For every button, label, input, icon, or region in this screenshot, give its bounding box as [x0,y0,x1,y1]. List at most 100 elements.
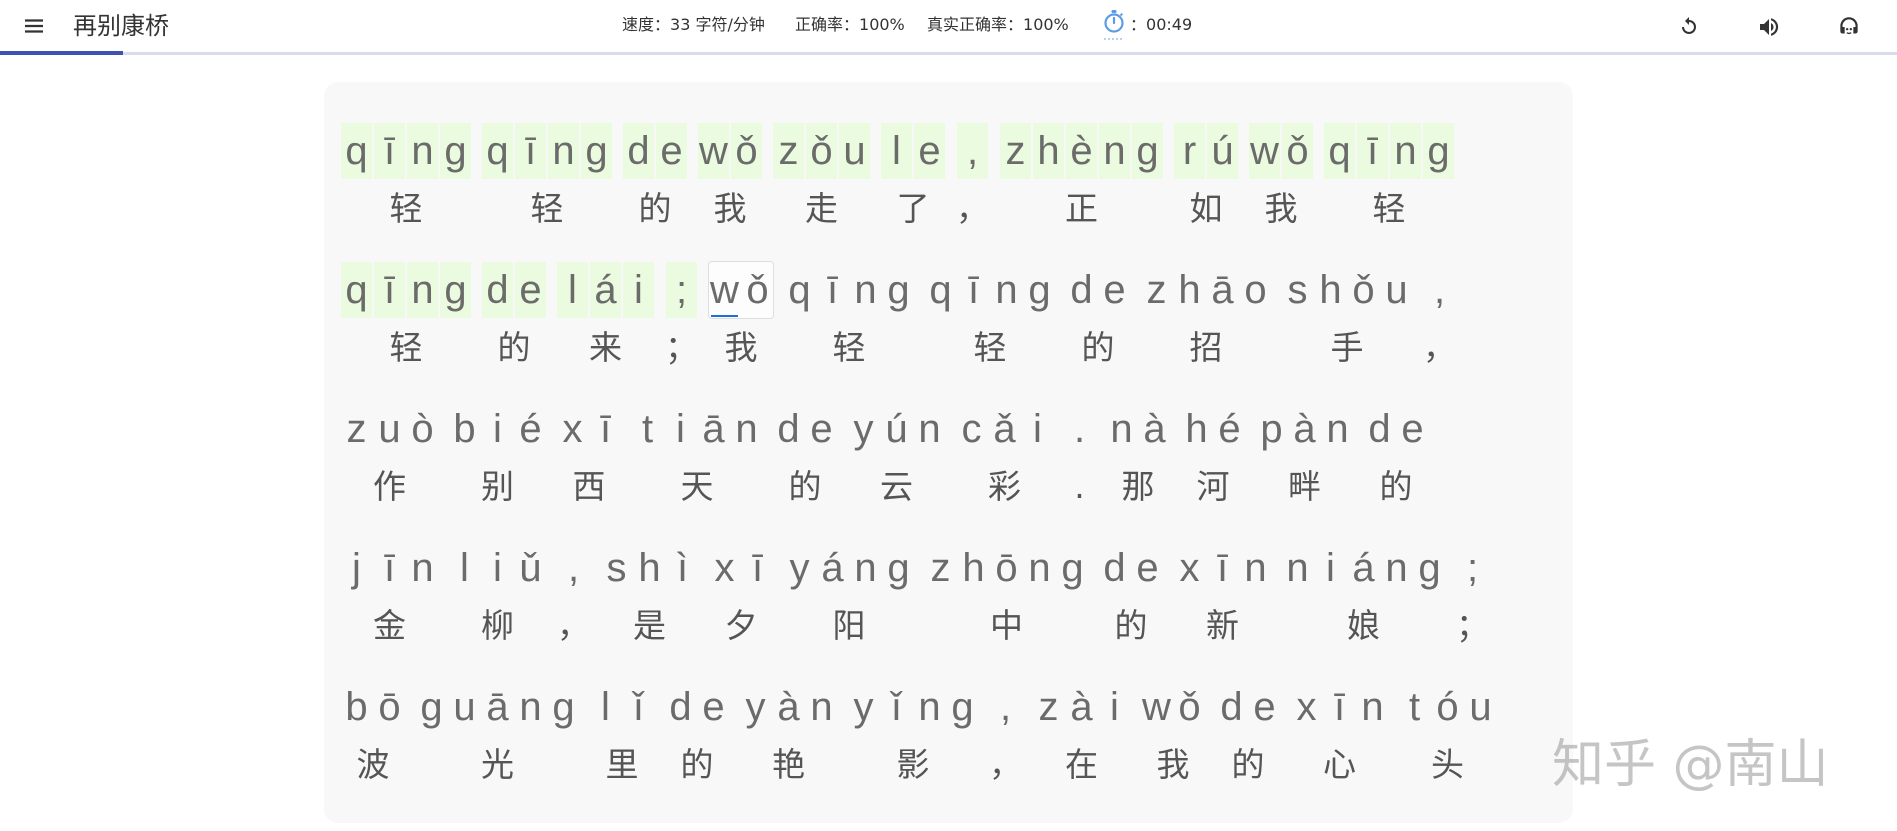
timer: ：00:49 [1130,14,1192,36]
pinyin-letter: à [777,685,800,729]
letter-cell: , [990,679,1021,735]
syllable: xī夕 [709,540,773,650]
pinyin-letter: h [638,546,661,590]
letter-cell: à [1289,401,1320,457]
letter-cell: g [1132,123,1163,179]
letter-cell: ō [374,679,405,735]
hanzi: 天 [680,467,714,506]
real-accuracy-stat: 真实正确率：100% [927,14,1069,36]
pinyin-letter: n [810,685,833,729]
letter-cell: w [1249,123,1280,179]
pinyin-letter: h [1037,129,1060,173]
pinyin: tiān [632,401,762,457]
letter-cell: , [558,540,589,596]
letter-cell: ī [1324,679,1355,735]
accuracy-value: 100% [859,15,905,34]
pinyin-letter: n [918,685,941,729]
speed-label: 速度： [622,15,671,34]
pinyin-letter: y [853,407,874,451]
letter-cell: y [848,401,879,457]
letter-cell: è [1066,123,1097,179]
syllable: xīn心 [1291,679,1388,789]
pinyin-letter: ; [1466,546,1479,590]
pinyin: niáng [1282,540,1445,596]
pinyin: , [957,123,988,179]
letter-cell: g [883,540,914,596]
letter-cell: j [341,540,372,596]
typing-card[interactable]: q ī n g 轻 q ī n g 轻 d e 的 w ǒ 我 z ǒ u 走 l e 了,， z h è n g 正 r ú 如 w ǒ 我 q ī n… [324,82,1573,823]
volume-icon [1757,15,1781,39]
pinyin-letter: n [1244,546,1267,590]
pinyin-letter: g [1418,546,1441,590]
pinyin: de [773,401,837,457]
hanzi: 心 [1323,745,1356,784]
pinyin-letter: e [702,685,725,729]
pinyin-letter: y [853,685,874,729]
letter-cell: q [925,262,956,318]
syllable: wǒ我 [1249,123,1313,233]
letter-cell: l [449,540,480,596]
letter-cell: ā [1207,262,1238,318]
restart-button[interactable] [1671,9,1707,45]
hanzi: 的 [788,467,822,506]
pinyin-letter: ò [411,407,434,451]
pinyin-letter: w [1250,129,1279,173]
letter-cell: d [1099,540,1130,596]
pinyin-letter: l [460,546,469,590]
pinyin-letter: ī [967,268,980,312]
support-button[interactable] [1831,9,1867,45]
pinyin-letter: z [1005,129,1026,173]
pinyin: lái [557,262,654,318]
pinyin-letter: z [1038,685,1059,729]
pinyin-letter: e [1401,407,1424,451]
pinyin-letter: n [995,268,1018,312]
pinyin-letter: á [1352,546,1375,590]
timer-separator: ： [1130,15,1147,34]
pinyin-letter: j [352,546,361,590]
letter-cell: ǒ [806,123,837,179]
hanzi: 的 [1081,328,1115,367]
letter-cell: o [1240,262,1271,318]
syllable: guāng光 [416,679,579,789]
pinyin-letter: ì [676,546,689,590]
syllable: xī西 [557,401,621,511]
syllable: de的 [1216,679,1280,789]
pinyin-letter: è [1070,129,1093,173]
letter-cell: z [341,401,372,457]
hanzi: 阳 [832,606,866,645]
syllable: lǐ里 [590,679,654,789]
hanzi: 招 [1189,328,1223,367]
hanzi: 波 [356,745,390,784]
letter-cell: ǒ [1174,679,1205,735]
letter-cell: n [850,540,881,596]
letter-cell: ǔ [515,540,546,596]
sound-button[interactable] [1751,9,1787,45]
letter-cell: n [914,401,945,457]
letter-cell: n [914,679,945,735]
text-line: zuò作bié别xī西tiān天de的yún云cǎi彩..nà那hé河pàn畔d… [341,401,1573,511]
syllable: tiān 天 [632,401,762,511]
pinyin-letter: e [1253,685,1276,729]
letter-cell: p [1256,401,1287,457]
pinyin-letter: ā [1211,268,1234,312]
letter-cell: y [784,540,815,596]
letter-cell: e [515,262,546,318]
menu-button[interactable] [16,8,52,44]
letter-cell: ō [991,540,1022,596]
pinyin: lǐ [590,679,654,735]
hanzi: 云 [880,467,913,506]
pinyin: ; [666,262,697,318]
hanzi: 新 [1206,606,1239,645]
letter-cell: d [1066,262,1097,318]
pinyin: wǒ [698,123,762,179]
hanzi: 轻 [1372,189,1406,228]
pinyin: zhèng [1000,123,1163,179]
letter-cell: n [1322,401,1353,457]
hanzi: 艳 [772,745,805,784]
letter-cell: ; [666,262,697,318]
letter-cell: n [1282,540,1313,596]
pinyin: de [1066,262,1130,318]
hanzi: 光 [481,745,514,784]
real-accuracy-label: 真实正确率： [927,15,1024,34]
letter-cell: ǎ [989,401,1020,457]
